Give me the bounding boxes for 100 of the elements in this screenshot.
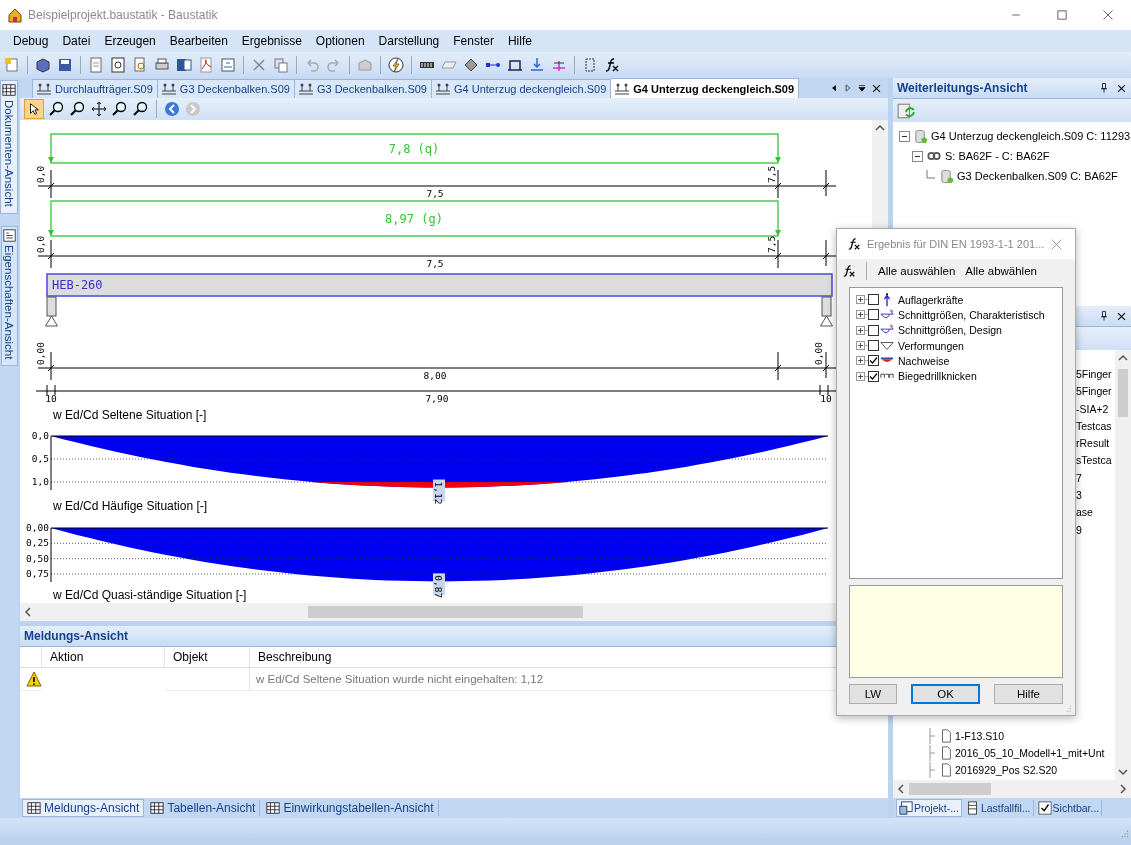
- zoom-icon[interactable]: [70, 101, 86, 117]
- function-icon[interactable]: [842, 264, 856, 278]
- file-name[interactable]: 2016_05_10_Modell+1_mit+Unt: [955, 746, 1105, 759]
- toolbar-link[interactable]: Alle auswählen: [877, 263, 957, 279]
- document-tab[interactable]: G4 Unterzug deckengleich.S09: [431, 79, 612, 98]
- printer-icon[interactable]: [154, 57, 170, 73]
- scrollbar-thumb[interactable]: [308, 606, 583, 618]
- dropdown-icon[interactable]: [857, 82, 867, 94]
- pan-icon[interactable]: [91, 101, 107, 117]
- cursor-icon[interactable]: [27, 102, 41, 116]
- maximize-icon[interactable]: [1056, 9, 1068, 21]
- project-item[interactable]: 5Finger: [1076, 368, 1112, 380]
- menu-item[interactable]: Datei: [55, 32, 98, 50]
- menu-item[interactable]: Darstellung: [371, 32, 447, 50]
- panel-tab[interactable]: Sichtbar...: [1035, 800, 1103, 816]
- checkbox[interactable]: [868, 355, 879, 367]
- zoom-icon[interactable]: [49, 101, 65, 117]
- column-header[interactable]: Aktion: [50, 650, 84, 664]
- scrollbar-thumb[interactable]: [1118, 369, 1128, 417]
- panel-tab[interactable]: Tabellen-Ansicht: [146, 800, 261, 816]
- load-arrow-icon[interactable]: [529, 57, 545, 73]
- side-tab[interactable]: Dokumenten-Ansicht: [0, 80, 18, 214]
- function-icon[interactable]: [604, 57, 620, 73]
- expand-icon[interactable]: [856, 295, 868, 305]
- document-tab[interactable]: G3 Deckenbalken.S09: [156, 79, 295, 98]
- checkbox[interactable]: [868, 340, 879, 352]
- file-name[interactable]: 2016929_Pos S2.S20: [955, 763, 1058, 776]
- side-tab[interactable]: Eigenschaften-Ansicht: [0, 225, 18, 367]
- checkbox[interactable]: [868, 324, 879, 336]
- project-item[interactable]: 5Finger: [1076, 385, 1112, 398]
- scrollbar-thumb[interactable]: [909, 783, 991, 795]
- word-document-icon[interactable]: [176, 57, 192, 73]
- page-icon[interactable]: [88, 57, 104, 73]
- column-header[interactable]: Objekt: [173, 650, 208, 664]
- project-item[interactable]: 9: [1076, 523, 1082, 536]
- document-tab[interactable]: G4 Unterzug deckengleich.S09: [610, 78, 800, 98]
- refresh-icon[interactable]: [897, 101, 915, 120]
- tab-right-icon[interactable]: [843, 82, 853, 94]
- tree-item[interactable]: Nachweise: [898, 354, 950, 367]
- magnifier-page-icon[interactable]: [132, 57, 148, 73]
- print-preview-icon[interactable]: [110, 57, 126, 73]
- menu-item[interactable]: Erzeugen: [97, 32, 163, 50]
- expand-icon[interactable]: [856, 310, 868, 320]
- export-icon[interactable]: [220, 57, 236, 73]
- document-tab[interactable]: Durchlaufträger.S09: [32, 79, 158, 98]
- tree-item[interactable]: Verformungen: [898, 339, 964, 352]
- diamond-icon[interactable]: [463, 57, 479, 73]
- collapse-icon[interactable]: [899, 130, 910, 142]
- panel-tab[interactable]: Lastfallfil...: [963, 800, 1034, 816]
- beam[interactable]: [46, 273, 833, 297]
- menu-item[interactable]: Bearbeiten: [162, 32, 235, 50]
- zoom-in-icon[interactable]: [112, 101, 128, 117]
- menu-item[interactable]: Hilfe: [500, 32, 539, 50]
- tree-item[interactable]: Schnittgrößen, Charakteristisch: [898, 308, 1045, 321]
- menu-item[interactable]: Ergebnisse: [234, 32, 309, 50]
- panel-tab[interactable]: Meldungs-Ansicht: [22, 799, 145, 817]
- pdf-icon[interactable]: [198, 57, 214, 73]
- project-item[interactable]: ase: [1076, 506, 1093, 519]
- back-icon[interactable]: [164, 101, 180, 117]
- project-item[interactable]: rResult: [1076, 437, 1110, 450]
- project-item[interactable]: Testcas: [1076, 419, 1112, 432]
- tree-item[interactable]: Biegedrillknicken: [898, 370, 977, 383]
- frame-icon[interactable]: [507, 57, 523, 73]
- close-icon[interactable]: [1116, 82, 1127, 94]
- tree-item[interactable]: S: BA62F - C: BA62F: [945, 150, 1050, 162]
- project-item[interactable]: 3: [1076, 489, 1082, 502]
- dialog-button[interactable]: LW: [849, 684, 897, 704]
- checkbox[interactable]: [868, 294, 879, 306]
- toolbar-link[interactable]: Alle abwählen: [964, 263, 1038, 279]
- dialog-button[interactable]: Hilfe: [994, 684, 1063, 704]
- close-icon[interactable]: [1116, 310, 1127, 322]
- file-name[interactable]: 1-F13.S10: [955, 730, 1005, 743]
- tree-item[interactable]: Schnittgrößen, Design: [898, 324, 1002, 337]
- collapse-icon[interactable]: [912, 150, 923, 162]
- column-header[interactable]: Beschreibung: [258, 650, 332, 664]
- expand-icon[interactable]: [856, 341, 868, 351]
- menu-item[interactable]: Fenster: [446, 32, 501, 50]
- panel-tab[interactable]: Einwirkungstabellen-Ansicht: [262, 800, 439, 816]
- expand-icon[interactable]: [856, 356, 868, 366]
- tree-item[interactable]: G3 Deckenbalken.S09 C: BA62F: [957, 170, 1118, 182]
- selection-frame-icon[interactable]: [582, 57, 598, 73]
- menu-item[interactable]: Optionen: [308, 32, 372, 50]
- zoom-out-icon[interactable]: [133, 101, 149, 117]
- project-item[interactable]: -SIA+2: [1076, 402, 1109, 415]
- checkbox[interactable]: [868, 309, 879, 321]
- lightning-icon[interactable]: [388, 57, 404, 73]
- project-item[interactable]: 7: [1076, 471, 1082, 484]
- pin-icon[interactable]: [1098, 82, 1110, 94]
- expand-icon[interactable]: [856, 325, 868, 335]
- checkbox[interactable]: [868, 370, 879, 382]
- panel-tab[interactable]: Projekt-...: [896, 799, 962, 817]
- save-icon[interactable]: [57, 57, 73, 73]
- copy-icon[interactable]: [273, 57, 289, 73]
- tree-item[interactable]: G4 Unterzug deckengleich.S09 C: 11293: [931, 130, 1131, 142]
- project-item[interactable]: sTestca: [1076, 454, 1112, 467]
- close-icon[interactable]: [871, 82, 882, 94]
- dialog-button[interactable]: OK: [911, 684, 980, 704]
- tree-item[interactable]: Auflagerkräfte: [898, 293, 964, 306]
- pin-icon[interactable]: [1098, 310, 1110, 322]
- menu-item[interactable]: Debug: [6, 32, 56, 50]
